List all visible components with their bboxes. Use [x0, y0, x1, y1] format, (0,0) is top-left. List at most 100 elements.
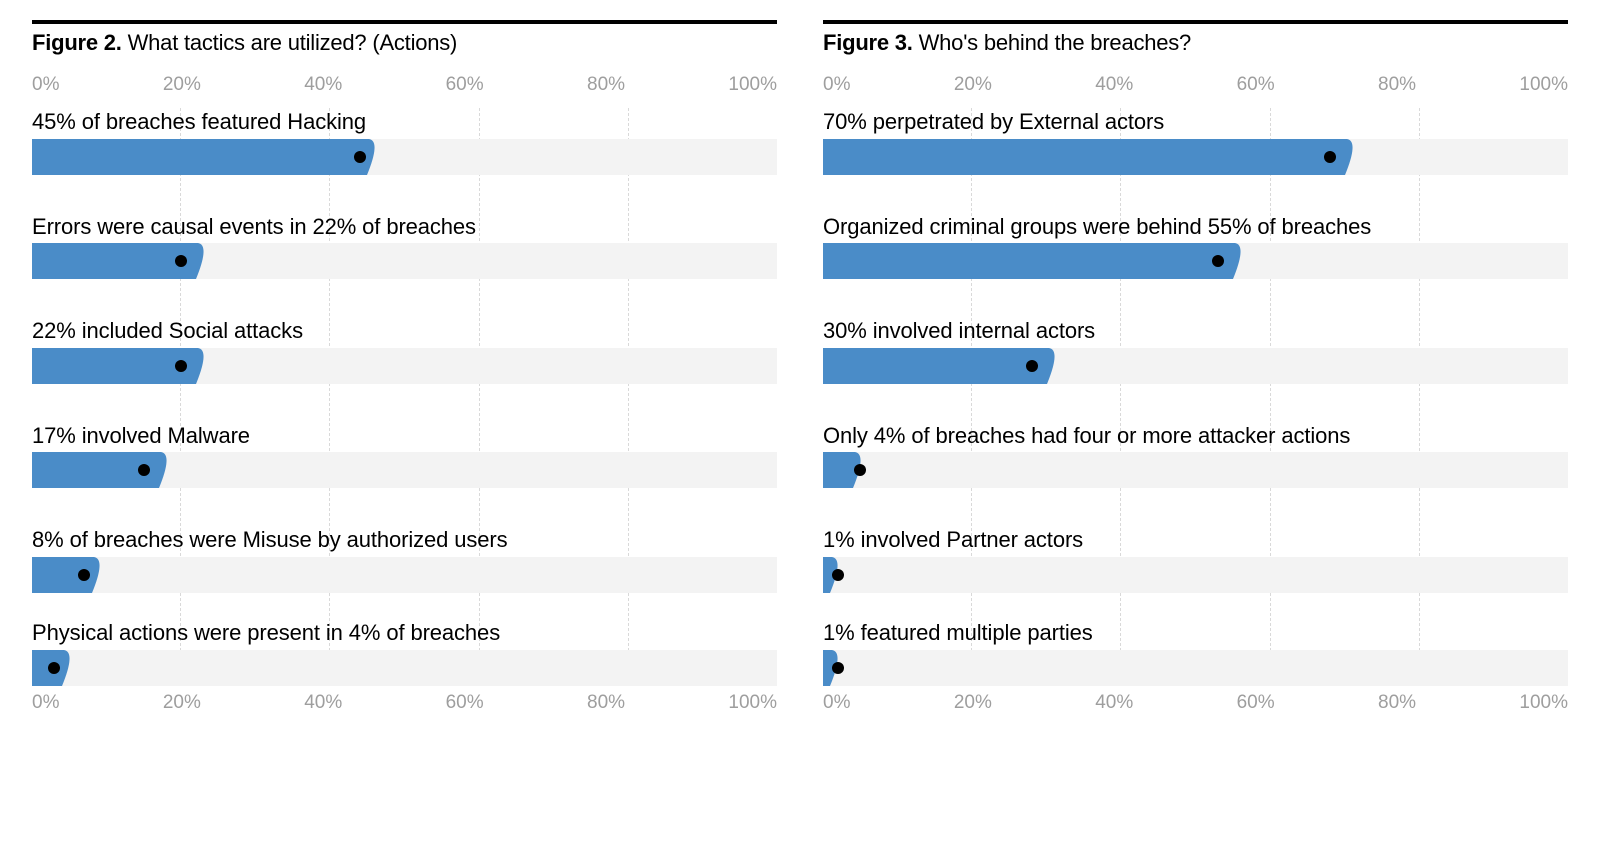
tick: 100%: [1519, 692, 1568, 714]
bar-row: Only 4% of breaches had four or more att…: [823, 422, 1568, 489]
bar-track: [32, 243, 777, 279]
bar-taper: [1233, 243, 1257, 279]
bar-row: 17% involved Malware: [32, 422, 777, 489]
bar-label: Organized criminal groups were behind 55…: [823, 213, 1568, 242]
tick: 20%: [954, 692, 992, 714]
data-point-dot: [1212, 255, 1224, 267]
plot-area: 45% of breaches featured Hacking Errors w…: [32, 108, 777, 686]
figure-title: Figure 2. What tactics are utilized? (Ac…: [32, 30, 777, 56]
bar-taper: [159, 452, 183, 488]
bar-taper: [62, 650, 86, 686]
bar-row: 1% involved Partner actors: [823, 526, 1568, 593]
tick: 60%: [1237, 74, 1275, 96]
chart-page: Figure 2. What tactics are utilized? (Ac…: [0, 0, 1600, 844]
bar-label: 17% involved Malware: [32, 422, 777, 451]
bar-rows: 45% of breaches featured Hacking Errors w…: [32, 108, 777, 686]
bar-row: Errors were causal events in 22% of brea…: [32, 213, 777, 280]
bar-label: 1% featured multiple parties: [823, 619, 1568, 648]
data-point-dot: [138, 464, 150, 476]
tick: 40%: [1095, 692, 1133, 714]
bar-taper: [92, 557, 116, 593]
bar-label: 1% involved Partner actors: [823, 526, 1568, 555]
x-axis-bottom: 0% 20% 40% 60% 80% 100%: [823, 692, 1568, 714]
bar-track: [32, 348, 777, 384]
bar-track: [823, 557, 1568, 593]
figure-2-panel: Figure 2. What tactics are utilized? (Ac…: [32, 20, 777, 844]
plot-area: 70% perpetrated by External actors Organi…: [823, 108, 1568, 686]
tick: 0%: [823, 692, 850, 714]
tick: 20%: [163, 692, 201, 714]
tick: 0%: [32, 692, 59, 714]
data-point-dot: [175, 255, 187, 267]
data-point-dot: [175, 360, 187, 372]
data-point-dot: [1026, 360, 1038, 372]
bar-label: Physical actions were present in 4% of b…: [32, 619, 777, 648]
bar-fill: [823, 452, 853, 488]
bar-track: [823, 139, 1568, 175]
tick: 40%: [304, 692, 342, 714]
figure-subtitle: What tactics are utilized? (Actions): [128, 30, 458, 55]
figure-subtitle: Who's behind the breaches?: [919, 30, 1191, 55]
bar-row: 45% of breaches featured Hacking: [32, 108, 777, 175]
row-gap: [32, 593, 777, 619]
tick: 80%: [587, 74, 625, 96]
tick: 20%: [163, 74, 201, 96]
bar-taper: [196, 243, 220, 279]
tick: 20%: [954, 74, 992, 96]
tick: 100%: [728, 74, 777, 96]
bar-track: [32, 650, 777, 686]
bar-fill: [823, 348, 1047, 384]
figure-number: Figure 2.: [32, 30, 122, 55]
tick: 40%: [1095, 74, 1133, 96]
bar-row: 30% involved internal actors: [823, 317, 1568, 384]
tick: 80%: [587, 692, 625, 714]
bar-fill: [823, 650, 830, 686]
tick: 0%: [32, 74, 59, 96]
bar-fill: [32, 139, 367, 175]
bar-row: 22% included Social attacks: [32, 317, 777, 384]
bar-track: [32, 557, 777, 593]
bar-track: [823, 650, 1568, 686]
bar-fill: [32, 243, 196, 279]
bar-label: 70% perpetrated by External actors: [823, 108, 1568, 137]
bar-track: [32, 452, 777, 488]
figure-title: Figure 3. Who's behind the breaches?: [823, 30, 1568, 56]
x-axis-bottom: 0% 20% 40% 60% 80% 100%: [32, 692, 777, 714]
bar-taper: [1345, 139, 1369, 175]
figure-number: Figure 3.: [823, 30, 913, 55]
bar-row: 1% featured multiple parties: [823, 619, 1568, 686]
bar-rows: 70% perpetrated by External actors Organi…: [823, 108, 1568, 686]
bar-track: [823, 243, 1568, 279]
row-gap: [32, 279, 777, 317]
tick: 80%: [1378, 74, 1416, 96]
row-gap: [823, 384, 1568, 422]
tick: 40%: [304, 74, 342, 96]
row-gap: [823, 279, 1568, 317]
tick: 60%: [446, 692, 484, 714]
tick: 80%: [1378, 692, 1416, 714]
top-rule: [823, 20, 1568, 24]
tick: 60%: [1237, 692, 1275, 714]
x-axis-top: 0% 20% 40% 60% 80% 100%: [32, 74, 777, 96]
bar-taper: [196, 348, 220, 384]
bar-label: 8% of breaches were Misuse by authorized…: [32, 526, 777, 555]
tick: 0%: [823, 74, 850, 96]
data-point-dot: [48, 662, 60, 674]
top-rule: [32, 20, 777, 24]
row-gap: [32, 488, 777, 526]
data-point-dot: [832, 569, 844, 581]
x-axis-top: 0% 20% 40% 60% 80% 100%: [823, 74, 1568, 96]
bar-track: [32, 139, 777, 175]
row-gap: [32, 175, 777, 213]
data-point-dot: [354, 151, 366, 163]
row-gap: [32, 384, 777, 422]
bar-fill: [823, 139, 1345, 175]
bar-taper: [367, 139, 391, 175]
bar-track: [823, 452, 1568, 488]
bar-row: Physical actions were present in 4% of b…: [32, 619, 777, 686]
tick: 60%: [446, 74, 484, 96]
bar-row: 70% perpetrated by External actors: [823, 108, 1568, 175]
bar-label: Only 4% of breaches had four or more att…: [823, 422, 1568, 451]
row-gap: [823, 488, 1568, 526]
bar-label: 45% of breaches featured Hacking: [32, 108, 777, 137]
